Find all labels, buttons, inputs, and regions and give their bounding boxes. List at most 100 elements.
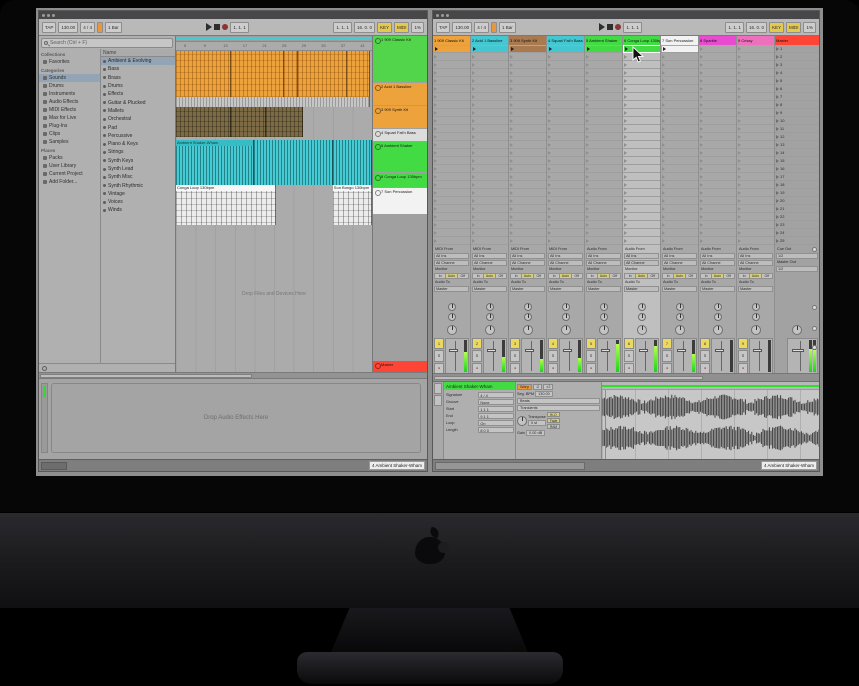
clip-slot[interactable] [585,157,622,165]
input-type-chooser[interactable]: All Ins [700,253,735,259]
clip-slot[interactable] [471,85,508,93]
clip-slot[interactable] [737,117,774,125]
session-track-header[interactable]: 1 909 Classic Kit [433,36,470,45]
clip-slot[interactable] [699,133,736,141]
monitor-switch[interactable]: In Auto Off [548,273,583,279]
monitor-option-in[interactable]: In [738,273,751,279]
clip-slot[interactable] [737,125,774,133]
clip-slot[interactable] [661,237,698,245]
metronome-toggle[interactable] [96,21,103,33]
scene-slot[interactable]: 12 [775,133,819,141]
clip-slot[interactable] [471,157,508,165]
scene-slot[interactable]: 18 [775,181,819,189]
clip-slot[interactable] [433,45,470,53]
clip-slot[interactable] [471,165,508,173]
clip-slot[interactable] [661,85,698,93]
track-activator[interactable]: 7 [662,338,672,350]
clip-slot[interactable] [433,229,470,237]
clip-slot[interactable] [471,109,508,117]
clip-slot[interactable] [661,61,698,69]
scene-slot[interactable]: 22 [775,213,819,221]
input-type-chooser[interactable]: All Ins [510,253,545,259]
clip-slot[interactable] [737,157,774,165]
clip-slot[interactable] [585,93,622,101]
clip-slot[interactable] [547,157,584,165]
monitor-option-auto[interactable]: Auto [484,273,496,279]
volume-fader[interactable] [749,338,773,373]
master-out-chooser[interactable]: 1/2 [776,266,818,272]
session-clip[interactable] [509,45,546,52]
clip-slot[interactable] [509,117,546,125]
sidebar-item-clips[interactable]: Clips [39,130,100,138]
clip-slot[interactable] [547,197,584,205]
fade-toggle[interactable]: Fade [546,418,561,423]
clip-slot[interactable] [737,93,774,101]
arm-button[interactable]: ● [662,362,672,373]
session-track-header[interactable]: 3 909 Synth Kit [509,36,546,45]
midi-map-toggle[interactable]: MIDI [785,21,802,33]
clip-slot[interactable] [661,173,698,181]
clip-slot[interactable] [471,117,508,125]
loop-length-field[interactable]: 16. 0. 0 [745,21,767,33]
clip-slot[interactable] [661,117,698,125]
monitor-option-auto[interactable]: Auto [674,273,686,279]
input-type-chooser[interactable]: All Ins [434,253,469,259]
clip-slot[interactable] [699,85,736,93]
track-activator[interactable]: 6 [624,338,634,350]
device-drop-zone[interactable]: Drop Audio Effects Here [51,383,421,453]
quantize-chooser[interactable]: 1 Bar [104,21,122,33]
solo-button[interactable]: S [624,350,634,362]
window-close-icon[interactable] [42,13,45,17]
send-b-knob[interactable] [523,313,532,321]
arrangement-clip[interactable] [230,107,267,137]
send-b-knob[interactable] [675,313,684,321]
clip-slot[interactable] [661,133,698,141]
clip-slot[interactable] [737,85,774,93]
send-b-knob[interactable] [599,313,608,321]
clip-slot[interactable] [433,53,470,61]
track-activator[interactable]: 9 [738,338,748,350]
clip-slot[interactable] [547,213,584,221]
monitor-option-in[interactable]: In [624,273,637,279]
clip-slot[interactable] [585,125,622,133]
send-a-knob[interactable] [523,303,532,311]
clip-slot[interactable] [737,173,774,181]
monitor-switch[interactable]: In Auto Off [586,273,621,279]
output-chooser[interactable]: Master [510,286,545,292]
monitor-option-auto[interactable]: Auto [712,273,724,279]
window-zoom-icon[interactable] [52,13,55,17]
scene-slot[interactable]: 1 [775,45,819,53]
pan-knob[interactable] [484,325,495,335]
key-map-toggle[interactable]: KEY [376,21,392,33]
browser-list-item[interactable]: Effects [101,90,175,98]
clip-slot[interactable] [433,117,470,125]
clip-slot[interactable] [585,205,622,213]
input-type-chooser[interactable]: All Ins [472,253,507,259]
monitor-option-in[interactable]: In [548,273,561,279]
clip-slot[interactable] [661,69,698,77]
clip-slot[interactable] [699,53,736,61]
clip-field-value[interactable]: None [478,399,514,405]
clip-slot[interactable] [699,61,736,69]
browser-list-item[interactable]: Piano & Keys [101,140,175,148]
output-chooser[interactable]: Master [624,286,659,292]
time-signature-field[interactable]: 4 / 4 [474,21,489,33]
volume-fader[interactable] [445,338,469,373]
sidebar-item-samples[interactable]: Samples [39,138,100,146]
bpm-double-button[interactable]: ×2 [543,384,554,390]
clip-slot[interactable] [547,77,584,85]
window-titlebar[interactable] [39,11,427,19]
clip-slot[interactable] [623,173,660,181]
master-track-header[interactable]: Master [775,36,819,45]
clip-field-value[interactable]: On [478,420,514,426]
clip-slot[interactable] [699,205,736,213]
clip-slot[interactable] [547,181,584,189]
clip-slot[interactable] [623,165,660,173]
clip-slot[interactable] [433,181,470,189]
session-track-header[interactable]: 8 Sparkle [699,36,736,45]
session-clip[interactable] [433,45,470,52]
clip-slot[interactable] [433,213,470,221]
clip-slot[interactable] [509,125,546,133]
clip-slot[interactable] [623,85,660,93]
pan-knob[interactable] [674,325,685,335]
